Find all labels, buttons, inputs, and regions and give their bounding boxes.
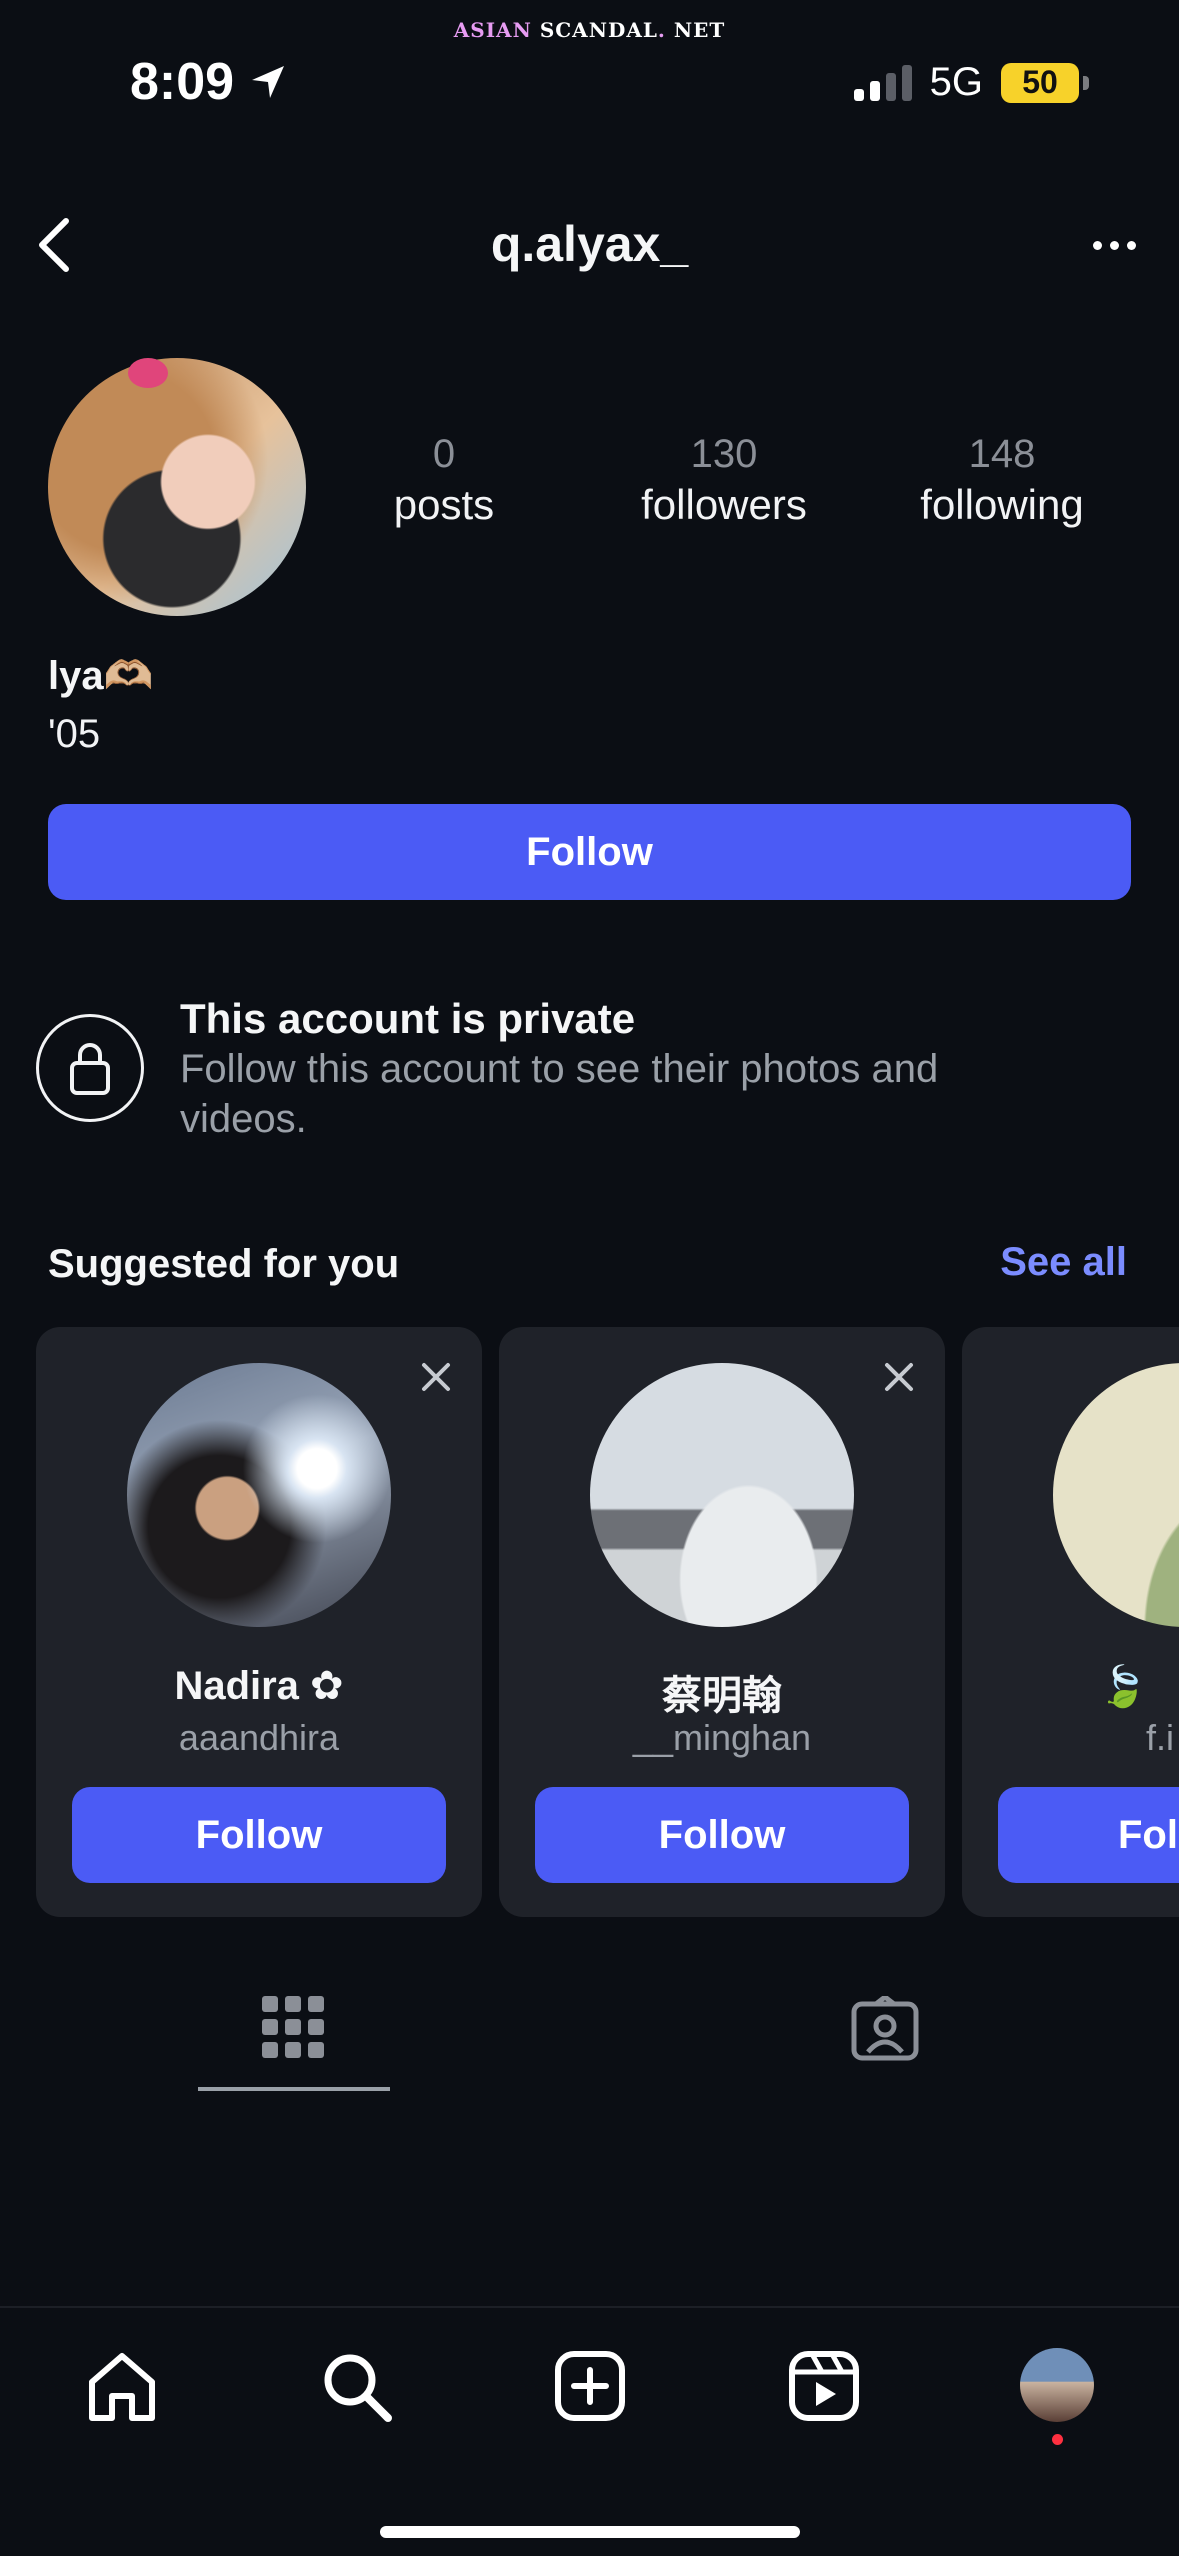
status-bar-time: 8:09 [130, 52, 288, 112]
stat-following[interactable]: 148 following [892, 432, 1112, 529]
suggestion-name: Nadira ✿ [174, 1664, 344, 1708]
suggestion-handle: __minghan [632, 1717, 812, 1758]
avatar-flower-detail [128, 358, 168, 388]
stat-followers[interactable]: 130 followers [614, 432, 834, 529]
notification-dot [1052, 2434, 1063, 2445]
active-tab-indicator [198, 2087, 390, 2091]
search-icon[interactable] [318, 2348, 394, 2424]
cellular-signal-icon [853, 64, 912, 101]
dot [1126, 240, 1136, 250]
suggestion-card[interactable]: Nadira ✿ aaandhira Follow [36, 1327, 482, 1917]
lock-icon [36, 1014, 144, 1122]
see-all-link[interactable]: See all [1000, 1240, 1127, 1285]
suggestion-card[interactable]: 🍃 f.i Fol [962, 1327, 1179, 1917]
suggestion-name: 🍃 [1098, 1665, 1148, 1709]
dot [1092, 240, 1102, 250]
suggestion-card[interactable]: 蔡明翰 __minghan Follow [499, 1327, 945, 1917]
suggestion-avatar[interactable] [127, 1363, 391, 1627]
follow-button[interactable]: Follow [48, 804, 1131, 900]
close-icon[interactable] [879, 1357, 919, 1397]
more-options-button[interactable] [1079, 210, 1149, 280]
suggestion-follow-button[interactable]: Follow [72, 1787, 446, 1883]
bio-text: '05 [48, 712, 101, 756]
home-icon[interactable] [84, 2348, 160, 2424]
private-account-subtitle: Follow this account to see their photos … [180, 1047, 939, 1141]
create-icon[interactable] [552, 2348, 628, 2424]
profile-avatar[interactable] [48, 358, 306, 616]
suggested-title: Suggested for you [48, 1242, 400, 1286]
page-title: q.alyax_ [490, 216, 689, 272]
close-icon[interactable] [416, 1357, 456, 1397]
suggestion-handle: f.i [1146, 1717, 1175, 1758]
suggestion-follow-button[interactable]: Fol [998, 1787, 1179, 1883]
home-indicator[interactable] [380, 2526, 800, 2538]
display-name: lya🫶🏼 [48, 654, 154, 698]
suggestion-name: 蔡明翰 [662, 1674, 782, 1718]
reels-icon[interactable] [786, 2348, 862, 2424]
network-type: 5G [929, 60, 983, 104]
status-bar-indicators: 5G 50 [853, 60, 1089, 105]
suggestion-follow-button[interactable]: Follow [535, 1787, 909, 1883]
profile-nav-avatar[interactable] [1020, 2348, 1094, 2422]
suggestion-avatar[interactable] [590, 1363, 854, 1627]
tagged-tab-icon[interactable] [850, 1996, 920, 2062]
battery-icon: 50 [1001, 62, 1089, 103]
stat-posts[interactable]: 0 posts [334, 432, 554, 529]
private-account-title: This account is private [180, 995, 636, 1042]
grid-tab-icon[interactable] [262, 1996, 324, 2058]
suggestion-avatar[interactable] [1053, 1363, 1179, 1627]
bottom-navigation [0, 2306, 1179, 2556]
watermark: ASIAN SCANDAL. NET [453, 18, 726, 42]
suggestion-handle: aaandhira [178, 1717, 340, 1758]
dot [1109, 240, 1119, 250]
location-arrow-icon [252, 66, 285, 98]
